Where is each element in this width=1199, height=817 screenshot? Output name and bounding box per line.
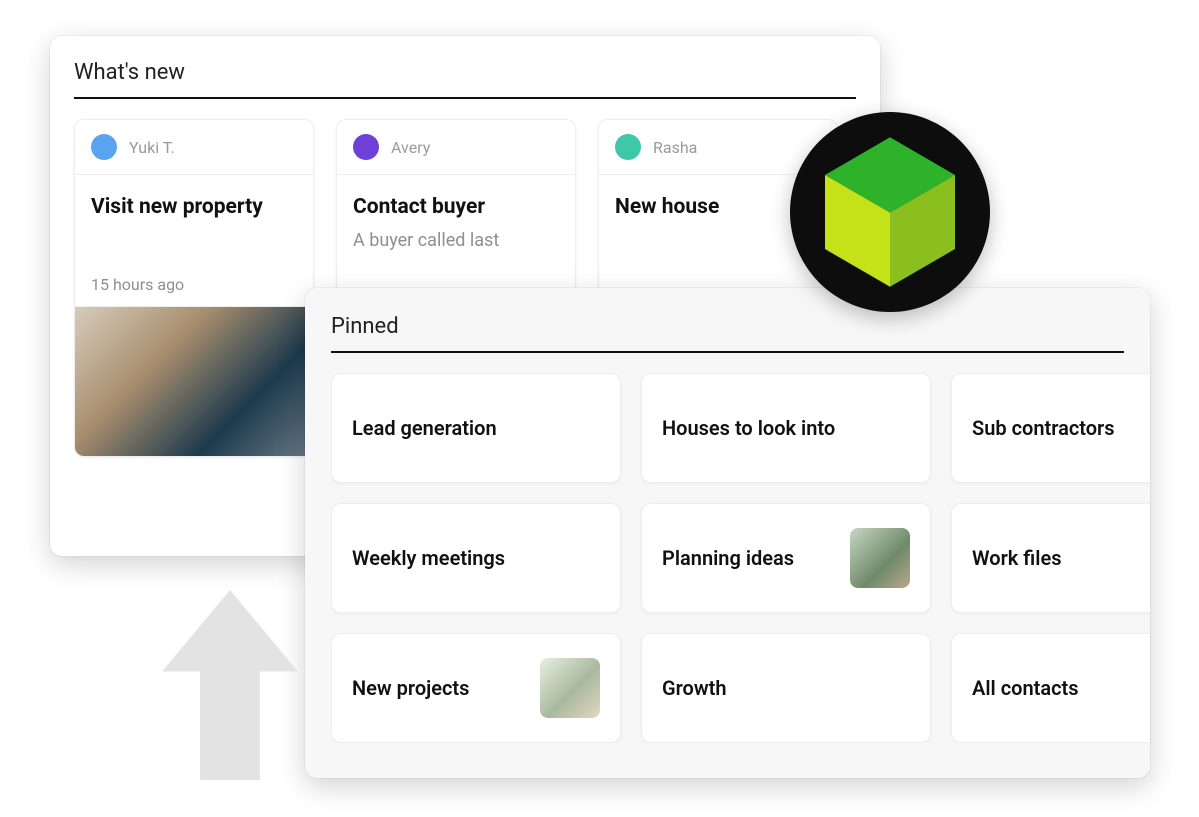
card-image — [75, 306, 313, 456]
pinned-item[interactable]: New projects — [331, 633, 621, 743]
news-card[interactable]: Yuki T. Visit new property 15 hours ago — [74, 119, 314, 457]
whats-new-title: What's new — [74, 60, 856, 99]
card-title: Contact buyer — [337, 175, 575, 229]
pinned-thumb — [540, 658, 600, 718]
pinned-title: Pinned — [331, 314, 1124, 353]
pinned-item[interactable]: All contacts — [951, 633, 1150, 743]
pinned-grid: Lead generation Houses to look into Sub … — [331, 373, 1150, 743]
app-logo-badge — [790, 112, 990, 312]
pinned-label: Weekly meetings — [352, 546, 505, 570]
pinned-item[interactable]: Houses to look into — [641, 373, 931, 483]
author-name: Rasha — [653, 138, 697, 157]
pinned-label: Growth — [662, 676, 727, 700]
pinned-label: Planning ideas — [662, 546, 794, 570]
author-name: Yuki T. — [129, 138, 175, 157]
pinned-label: Sub contractors — [972, 416, 1115, 440]
pinned-label: Houses to look into — [662, 416, 835, 440]
pinned-label: Lead generation — [352, 416, 497, 440]
card-title: Visit new property — [75, 175, 313, 229]
pinned-item[interactable]: Lead generation — [331, 373, 621, 483]
card-body — [75, 229, 313, 269]
pinned-label: All contacts — [972, 676, 1079, 700]
pinned-thumb — [850, 528, 910, 588]
pinned-item[interactable]: Sub contractors — [951, 373, 1150, 483]
pinned-panel: Pinned Lead generation Houses to look in… — [305, 288, 1150, 778]
avatar — [91, 134, 117, 160]
up-arrow-icon — [160, 590, 300, 780]
pinned-item[interactable]: Weekly meetings — [331, 503, 621, 613]
pinned-item[interactable]: Work files — [951, 503, 1150, 613]
pinned-label: New projects — [352, 676, 469, 700]
avatar — [353, 134, 379, 160]
pinned-label: Work files — [972, 546, 1061, 570]
card-body: A buyer called last — [337, 229, 575, 269]
author-name: Avery — [391, 138, 430, 157]
pinned-item[interactable]: Growth — [641, 633, 931, 743]
avatar — [615, 134, 641, 160]
card-timestamp: 15 hours ago — [75, 269, 313, 306]
cube-icon — [825, 137, 955, 287]
pinned-item[interactable]: Planning ideas — [641, 503, 931, 613]
